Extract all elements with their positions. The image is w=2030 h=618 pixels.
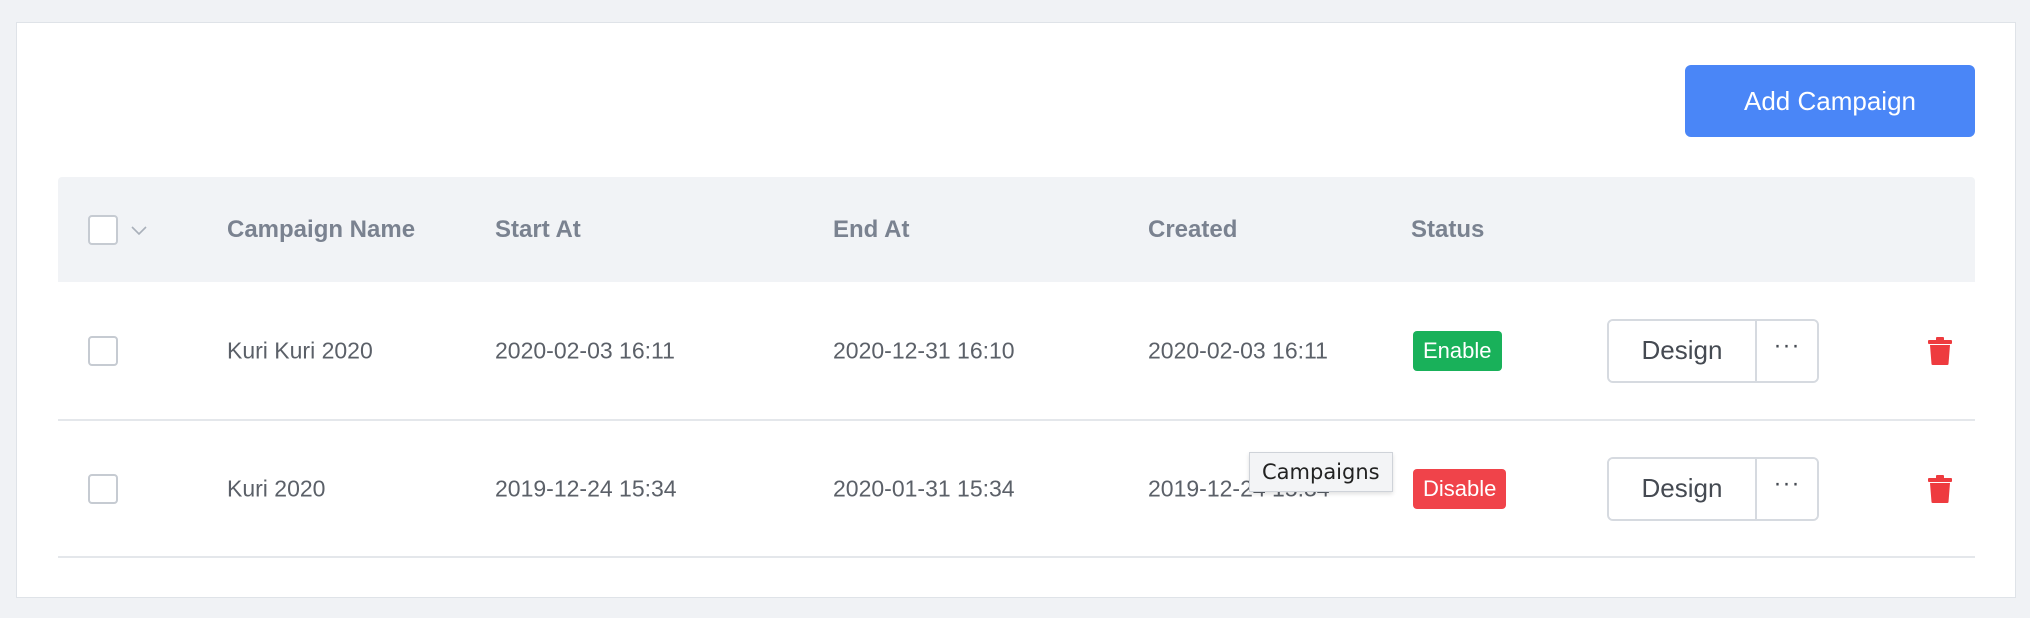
delete-button[interactable] xyxy=(1880,454,2000,524)
table-row: Kuri 2020 2019-12-24 15:34 2020-01-31 15… xyxy=(58,421,1975,558)
trash-icon xyxy=(1928,474,1952,503)
campaign-name: Kuri 2020 xyxy=(227,475,326,501)
header-start-at[interactable]: Start At xyxy=(495,216,581,244)
status-badge: Disable xyxy=(1413,468,1507,509)
add-campaign-button[interactable]: Add Campaign xyxy=(1685,65,1975,137)
design-button[interactable]: Design xyxy=(1609,458,1757,519)
design-button-group: Design ··· xyxy=(1607,318,1819,383)
start-at: 2019-12-24 15:34 xyxy=(495,475,677,501)
status-badge: Enable xyxy=(1413,330,1502,371)
header-campaign-name[interactable]: Campaign Name xyxy=(227,216,415,244)
row-checkbox[interactable] xyxy=(88,335,118,366)
campaign-name: Kuri Kuri 2020 xyxy=(227,337,373,363)
start-at: 2020-02-03 16:11 xyxy=(495,337,675,363)
campaign-table: Campaign Name Start At End At Created St… xyxy=(58,177,1975,558)
header-end-at[interactable]: End At xyxy=(833,216,909,244)
end-at: 2020-01-31 15:34 xyxy=(833,475,1015,501)
tooltip: Campaigns xyxy=(1249,452,1393,492)
campaign-panel: Add Campaign Campaign Name Start At End … xyxy=(16,22,2016,598)
table-row: Kuri Kuri 2020 2020-02-03 16:11 2020-12-… xyxy=(58,282,1975,421)
delete-button[interactable] xyxy=(1880,316,2000,386)
header-created[interactable]: Created xyxy=(1148,216,1237,244)
select-all-checkbox[interactable] xyxy=(88,214,118,245)
row-checkbox[interactable] xyxy=(88,473,118,504)
header-status[interactable]: Status xyxy=(1411,216,1484,244)
more-options-button[interactable]: ··· xyxy=(1757,458,1817,519)
design-button-group: Design ··· xyxy=(1607,456,1819,521)
trash-icon xyxy=(1928,336,1952,365)
end-at: 2020-12-31 16:10 xyxy=(833,337,1015,363)
design-button[interactable]: Design xyxy=(1609,320,1757,381)
table-header: Campaign Name Start At End At Created St… xyxy=(58,177,1975,282)
more-options-button[interactable]: ··· xyxy=(1757,320,1817,381)
chevron-down-icon[interactable] xyxy=(130,221,148,239)
created-at: 2020-02-03 16:11 xyxy=(1148,337,1328,363)
